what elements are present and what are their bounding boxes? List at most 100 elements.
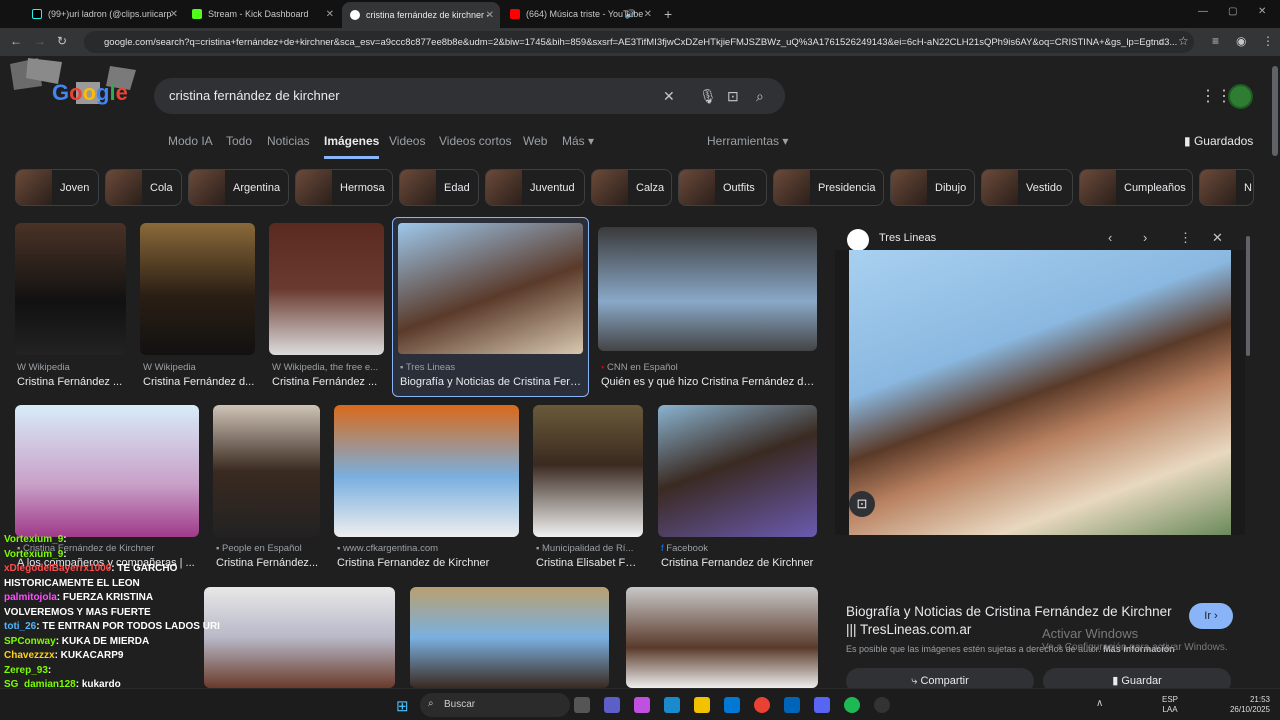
more-options-icon[interactable]: ⋮ bbox=[1179, 230, 1192, 246]
result-title[interactable]: Cristina Fernández ... bbox=[272, 376, 382, 388]
reload-icon[interactable]: ↻ bbox=[57, 34, 67, 48]
result-title[interactable]: Cristina Fernández d... bbox=[143, 376, 255, 388]
save-button[interactable]: ▮ Guardar bbox=[1043, 668, 1231, 688]
panel-site-name[interactable]: Tres Lineas bbox=[879, 232, 936, 244]
result-image[interactable] bbox=[658, 405, 817, 537]
result-title[interactable]: Cristina Fernandez de Kirchner bbox=[337, 557, 517, 569]
tab-tiktok[interactable]: (99+)uri ladron (@clips.uriicarp ✕ bbox=[24, 4, 184, 24]
obs-icon[interactable] bbox=[874, 697, 890, 713]
result-image[interactable] bbox=[15, 223, 126, 355]
result-image[interactable] bbox=[626, 587, 818, 688]
tab-web[interactable]: Web bbox=[523, 134, 547, 148]
file-explorer-icon[interactable] bbox=[694, 697, 710, 713]
close-panel-icon[interactable]: ✕ bbox=[1212, 230, 1223, 246]
clear-icon[interactable]: ✕ bbox=[663, 88, 675, 105]
search-box[interactable]: cristina fernández de kirchner ✕ 🎙 ⊡ ⌕ bbox=[154, 78, 785, 114]
tab-noticias[interactable]: Noticias bbox=[267, 134, 310, 148]
forward-icon[interactable]: → bbox=[34, 34, 46, 48]
tools-button[interactable]: Herramientas ▾ bbox=[707, 134, 788, 148]
chrome-icon[interactable] bbox=[754, 697, 770, 713]
zoom-icon[interactable]: ⌕ bbox=[1158, 34, 1165, 49]
result-image[interactable] bbox=[533, 405, 643, 537]
spotify-icon[interactable] bbox=[844, 697, 860, 713]
result-image[interactable] bbox=[204, 587, 395, 688]
copilot-icon[interactable] bbox=[634, 697, 650, 713]
result-title[interactable]: Cristina Fernández ... bbox=[17, 376, 125, 388]
result-image[interactable] bbox=[213, 405, 320, 537]
store-icon[interactable] bbox=[724, 697, 740, 713]
bookmark-star-icon[interactable]: ☆ bbox=[1178, 34, 1189, 48]
google-logo[interactable]: Google bbox=[52, 80, 128, 106]
maximize-icon[interactable]: ▢ bbox=[1228, 6, 1237, 17]
menu-icon[interactable]: ⋮ bbox=[1262, 34, 1274, 48]
chip-hermosa[interactable]: Hermosa bbox=[295, 169, 393, 206]
lens-icon[interactable]: ⊡ bbox=[849, 491, 875, 517]
lens-icon[interactable]: ⊡ bbox=[727, 88, 739, 105]
microphone-icon[interactable]: 🎙 bbox=[699, 88, 717, 105]
url-field[interactable]: google.com/search?q=cristina+fernández+d… bbox=[84, 31, 1194, 53]
result-title[interactable]: Cristina Fernández... bbox=[216, 557, 320, 569]
share-button[interactable]: ⤷ Compartir bbox=[846, 668, 1034, 688]
go-button[interactable]: Ir › bbox=[1189, 603, 1233, 629]
close-icon[interactable]: ✕ bbox=[644, 9, 652, 20]
avatar[interactable] bbox=[1228, 84, 1253, 109]
chip-cumpleanos[interactable]: Cumpleaños bbox=[1079, 169, 1193, 206]
chip-dibujo[interactable]: Dibujo bbox=[890, 169, 975, 206]
profile-icon[interactable]: ◉ bbox=[1236, 34, 1246, 48]
previous-icon[interactable]: ‹ bbox=[1108, 230, 1112, 245]
clock[interactable]: 21:53 26/10/2025 bbox=[1222, 695, 1270, 715]
windows-start-icon[interactable]: ⊞ bbox=[396, 697, 409, 715]
new-tab-icon[interactable]: + bbox=[664, 6, 672, 22]
chip-more[interactable]: N bbox=[1199, 169, 1254, 206]
tab-videos-cortos[interactable]: Videos cortos bbox=[439, 134, 512, 148]
tab-kick[interactable]: Stream - Kick Dashboard ✕ bbox=[184, 4, 340, 24]
panel-scrollbar[interactable] bbox=[1246, 236, 1250, 356]
result-image[interactable] bbox=[15, 405, 199, 537]
chip-vestido[interactable]: Vestido bbox=[981, 169, 1073, 206]
close-icon[interactable]: ✕ bbox=[170, 9, 178, 20]
chip-outfits[interactable]: Outfits bbox=[678, 169, 767, 206]
saved-button[interactable]: ▮ Guardados bbox=[1184, 134, 1253, 148]
next-icon[interactable]: › bbox=[1143, 230, 1147, 245]
result-image[interactable] bbox=[598, 227, 817, 351]
tab-videos[interactable]: Videos bbox=[389, 134, 425, 148]
result-image[interactable] bbox=[269, 223, 384, 355]
tray-arrow-icon[interactable]: ∧ bbox=[1096, 698, 1103, 709]
tab-imagenes[interactable]: Imágenes bbox=[324, 134, 380, 159]
taskbar-search[interactable]: ⌕ Buscar bbox=[420, 693, 570, 717]
search-icon[interactable]: ⌕ bbox=[756, 88, 764, 105]
close-icon[interactable]: ✕ bbox=[486, 10, 494, 21]
result-title[interactable]: Quién es y qué hizo Cristina Fernández d… bbox=[601, 376, 815, 388]
outlook-icon[interactable] bbox=[784, 697, 800, 713]
task-view-icon[interactable] bbox=[574, 697, 590, 713]
edge-icon[interactable] bbox=[664, 697, 680, 713]
teams-icon[interactable] bbox=[604, 697, 620, 713]
page-scrollbar[interactable] bbox=[1272, 66, 1278, 156]
result-title[interactable]: Biografía y Noticias de Cristina Fern... bbox=[400, 376, 582, 388]
chip-edad[interactable]: Edad bbox=[399, 169, 479, 206]
minimize-icon[interactable]: — bbox=[1198, 6, 1208, 17]
search-input[interactable]: cristina fernández de kirchner bbox=[169, 88, 340, 103]
chip-argentina[interactable]: Argentina bbox=[188, 169, 289, 206]
tab-todo[interactable]: Todo bbox=[226, 134, 252, 148]
discord-icon[interactable] bbox=[814, 697, 830, 713]
chip-presidencia[interactable]: Presidencia bbox=[773, 169, 884, 206]
result-image[interactable] bbox=[140, 223, 255, 355]
chip-joven[interactable]: Joven bbox=[15, 169, 99, 206]
tab-youtube[interactable]: (664) Música triste - YouTube 🔊 ✕ bbox=[502, 4, 658, 24]
result-image[interactable] bbox=[410, 587, 609, 688]
chip-calza[interactable]: Calza bbox=[591, 169, 672, 206]
result-image[interactable] bbox=[334, 405, 519, 537]
close-window-icon[interactable]: ✕ bbox=[1258, 6, 1266, 17]
language-indicator[interactable]: ESP LAA bbox=[1162, 695, 1178, 715]
result-title[interactable]: Cristina Fernandez de Kirchner bbox=[661, 557, 815, 569]
back-icon[interactable]: ← bbox=[10, 34, 22, 48]
tab-mas[interactable]: Más ▾ bbox=[562, 134, 594, 148]
preview-image[interactable] bbox=[849, 250, 1231, 535]
tab-search-icon[interactable]: ≡ bbox=[1212, 34, 1219, 48]
tab-google[interactable]: cristina fernández de kirchner - ✕ bbox=[342, 2, 500, 28]
speaker-icon[interactable]: 🔊 bbox=[625, 9, 636, 20]
chip-juventud[interactable]: Juventud bbox=[485, 169, 585, 206]
result-title[interactable]: Cristina Elisabet Fe... bbox=[536, 557, 640, 569]
close-icon[interactable]: ✕ bbox=[326, 9, 334, 20]
